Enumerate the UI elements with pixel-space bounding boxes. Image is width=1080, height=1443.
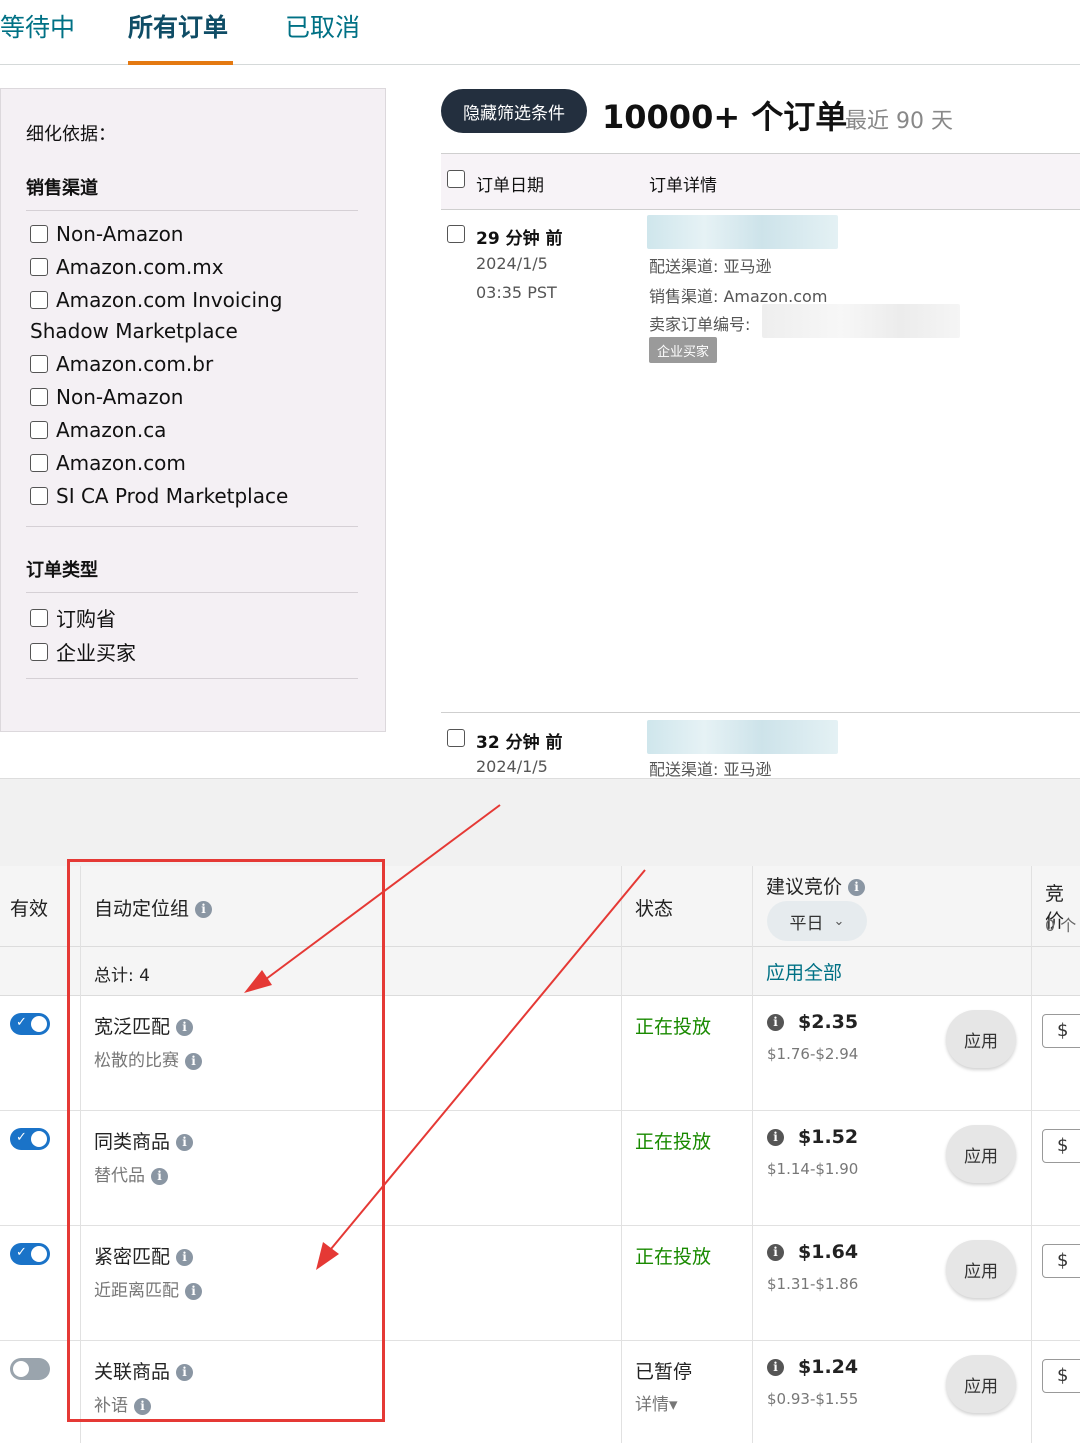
- annotation-arrow-line: [257, 804, 501, 986]
- arrow-head-icon: [244, 970, 272, 993]
- annotation-arrow-line: [325, 869, 646, 1256]
- annotation-arrows: [244, 804, 646, 1270]
- arrow-head-icon: [316, 1242, 339, 1270]
